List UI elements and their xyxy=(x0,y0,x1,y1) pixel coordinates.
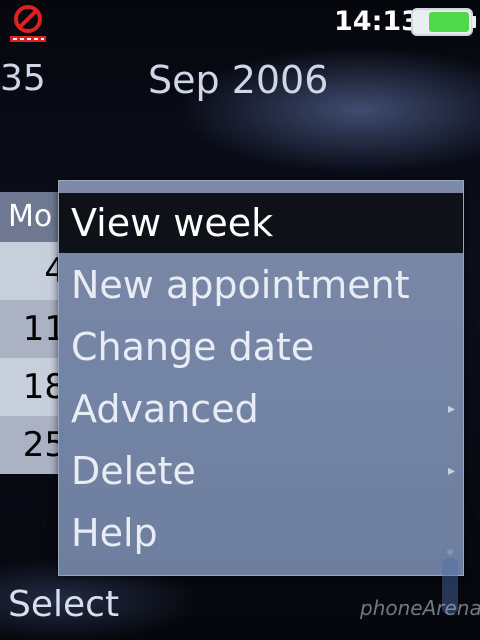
clock-time: 14:13 xyxy=(334,6,420,37)
menu-item-change-date[interactable]: Change date xyxy=(59,317,463,377)
menu-item-label: Delete xyxy=(71,449,196,493)
week-number: 35 xyxy=(0,58,46,99)
select-softkey[interactable]: Select xyxy=(8,584,119,625)
menu-item-advanced[interactable]: Advanced ▸ xyxy=(59,379,463,439)
month-title: Sep 2006 xyxy=(148,58,329,102)
submenu-arrow-icon: ▸ xyxy=(447,463,455,479)
battery-icon xyxy=(411,8,476,36)
menu-item-new-appointment[interactable]: New appointment xyxy=(59,255,463,315)
calendar-screen: 14:13 35 Sep 2006 Mo 4 11 18 25 View wee… xyxy=(0,0,480,640)
menu-item-label: Help xyxy=(71,511,158,555)
options-menu: View week New appointment Change date Ad… xyxy=(58,180,464,576)
menu-item-delete[interactable]: Delete ▸ xyxy=(59,441,463,501)
menu-item-label: Advanced xyxy=(71,387,259,431)
status-bar: 14:13 xyxy=(0,0,480,50)
watermark-text: phoneArena xyxy=(360,596,480,620)
menu-item-help[interactable]: Help xyxy=(59,503,463,563)
menu-item-label: New appointment xyxy=(71,263,410,307)
menu-item-label: Change date xyxy=(71,325,315,369)
menu-item-label: View week xyxy=(71,201,274,245)
menu-item-view-week[interactable]: View week xyxy=(59,193,463,253)
submenu-arrow-icon: ▸ xyxy=(447,401,455,417)
no-signal-icon xyxy=(10,5,46,42)
